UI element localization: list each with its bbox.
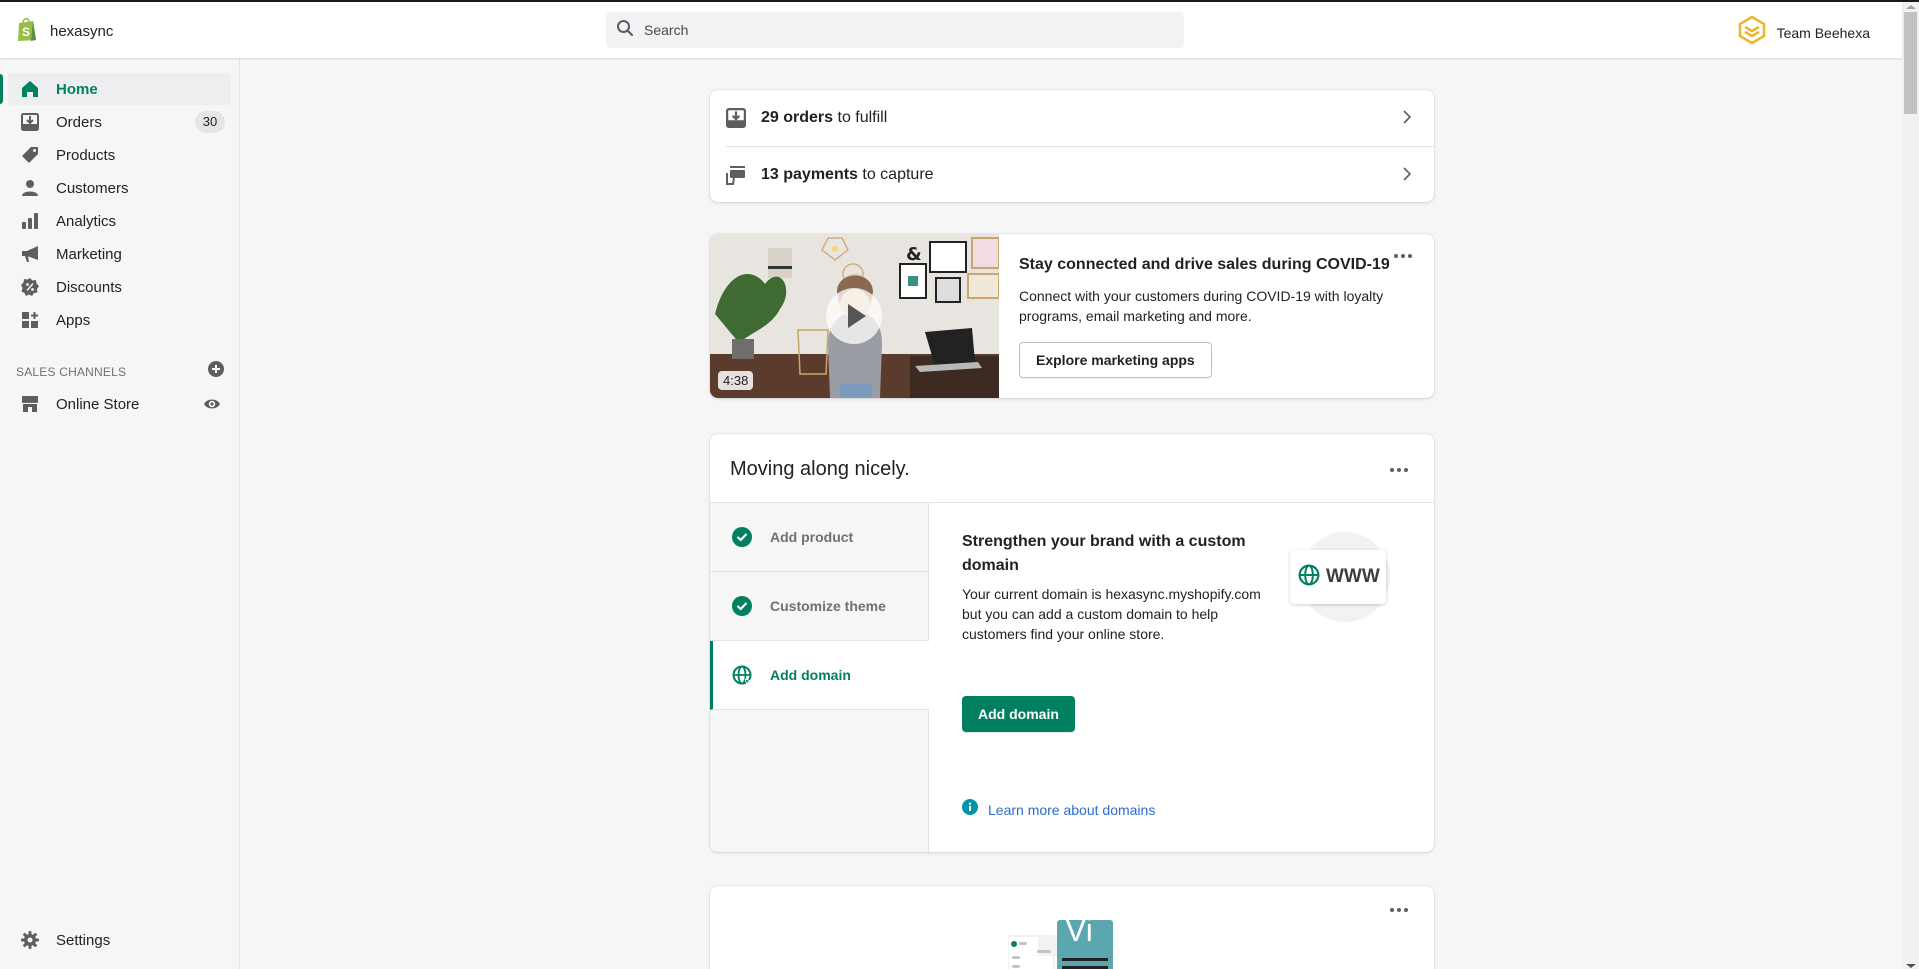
sidebar-item-label: Customers — [56, 179, 129, 197]
info-icon — [962, 799, 978, 820]
sidebar-item-customers[interactable]: Customers — [8, 172, 231, 204]
discount-icon — [20, 277, 40, 297]
chevron-right-icon — [1402, 166, 1412, 187]
sidebar-item-home[interactable]: Home — [8, 73, 231, 105]
apps-icon — [20, 310, 40, 330]
payments-to-capture-row[interactable]: 13 payments to capture — [710, 147, 1434, 203]
checkmark-circle-icon — [732, 596, 752, 621]
scroll-up-arrow-icon[interactable] — [1906, 5, 1916, 9]
shopify-logo-icon: S — [16, 16, 38, 47]
video-duration: 4:38 — [718, 371, 754, 390]
add-sales-channel-icon[interactable] — [208, 361, 224, 382]
learn-more-domains-link[interactable]: Learn more about domains — [962, 799, 1155, 820]
sidebar-item-marketing[interactable]: Marketing — [8, 238, 231, 270]
payments-icon — [726, 165, 746, 190]
sidebar: Home Orders 30 Products Customers Analyt… — [0, 58, 240, 969]
promo-title: Stay connected and drive sales during CO… — [1019, 256, 1390, 273]
learn-more-label: Learn more about domains — [988, 801, 1156, 818]
setup-guide-card: Moving along nicely. Add product Customi… — [710, 434, 1434, 852]
globe-icon — [732, 665, 753, 690]
orders-count-badge: 30 — [195, 111, 225, 133]
step-customize-theme[interactable]: Customize theme — [710, 572, 929, 641]
sidebar-item-settings[interactable]: Settings — [8, 924, 231, 956]
next-card: Vi — [710, 886, 1434, 969]
step-add-domain[interactable]: Add domain — [710, 641, 929, 710]
more-options-icon[interactable] — [1390, 468, 1408, 472]
sidebar-item-label: Discounts — [56, 278, 122, 296]
setup-guide-title: Moving along nicely. — [730, 458, 910, 480]
store-name: hexasync — [50, 23, 114, 40]
sidebar-item-label: Marketing — [56, 245, 122, 263]
step-label: Add product — [770, 529, 854, 545]
www-text: WWW — [1326, 566, 1380, 587]
tag-icon — [20, 145, 40, 165]
sidebar-item-online-store[interactable]: Online Store — [8, 388, 231, 420]
scroll-down-arrow-icon[interactable] — [1906, 964, 1916, 968]
active-indicator — [0, 74, 3, 104]
gear-icon — [20, 930, 40, 950]
setup-steps-list: Add product Customize theme Add domain — [710, 503, 929, 852]
sidebar-item-analytics[interactable]: Analytics — [8, 205, 231, 237]
store-icon — [20, 394, 40, 414]
sidebar-item-products[interactable]: Products — [8, 139, 231, 171]
add-domain-button[interactable]: Add domain — [962, 696, 1075, 732]
sidebar-item-label: Orders — [56, 113, 102, 131]
scroll-thumb[interactable] — [1904, 12, 1917, 114]
orders-to-fulfill-text: 29 orders to fulfill — [761, 109, 888, 126]
sidebar-item-label: Online Store — [56, 395, 140, 413]
sales-channels-heading: SALES CHANNELS — [16, 364, 127, 379]
home-icon — [20, 79, 40, 99]
www-illustration: WWW — [1290, 532, 1390, 622]
promo-description: Connect with your customers during COVID… — [1019, 288, 1384, 324]
account-name: Team Beehexa — [1776, 24, 1870, 41]
explore-marketing-apps-button[interactable]: Explore marketing apps — [1019, 342, 1212, 378]
account-menu[interactable]: Team Beehexa — [1737, 15, 1870, 50]
top-bar: S hexasync Team Beehexa — [0, 2, 1902, 58]
search-input[interactable] — [644, 22, 1144, 38]
play-icon[interactable] — [826, 288, 882, 344]
more-options-icon[interactable] — [1390, 908, 1408, 912]
store-brand[interactable]: S hexasync — [16, 16, 113, 47]
sidebar-item-label: Analytics — [56, 212, 117, 230]
sales-channels-header: SALES CHANNELS — [16, 361, 224, 382]
todo-card: 29 orders to fulfill 13 payments to capt… — [710, 90, 1434, 202]
chevron-right-icon — [1402, 109, 1412, 130]
step-add-product[interactable]: Add product — [710, 503, 929, 572]
orders-icon — [726, 108, 746, 133]
search-icon — [616, 19, 634, 42]
illustration-box: WWW — [1290, 550, 1386, 604]
step-label: Customize theme — [770, 598, 886, 614]
globe-icon — [1298, 564, 1320, 591]
bar-chart-icon — [20, 211, 40, 231]
domain-detail-title: Strengthen your brand with a custom doma… — [962, 533, 1246, 574]
sidebar-item-label: Products — [56, 146, 116, 164]
eye-icon[interactable] — [203, 395, 221, 418]
svg-text:S: S — [22, 25, 30, 39]
checkmark-circle-icon — [732, 527, 752, 552]
more-options-icon[interactable] — [1394, 254, 1412, 258]
domain-detail-description: Your current domain is hexasync.myshopif… — [962, 586, 1261, 642]
search-bar[interactable] — [606, 12, 1184, 48]
payments-to-capture-text: 13 payments to capture — [761, 166, 934, 183]
svg-text:&: & — [906, 244, 922, 265]
sidebar-item-label: Settings — [56, 931, 111, 949]
sidebar-item-orders[interactable]: Orders 30 — [8, 106, 231, 138]
team-logo-icon — [1737, 15, 1767, 50]
page-scrollbar[interactable] — [1902, 2, 1919, 969]
step-label: Add domain — [770, 667, 851, 683]
person-icon — [20, 178, 40, 198]
covid-promo-card: & 4:38 Stay connected and drive sales du… — [710, 234, 1434, 398]
orders-icon — [20, 112, 40, 132]
megaphone-icon — [20, 244, 40, 264]
sidebar-item-discounts[interactable]: Discounts — [8, 271, 231, 303]
sidebar-item-label: Apps — [56, 311, 91, 329]
sidebar-item-apps[interactable]: Apps — [8, 304, 231, 336]
sidebar-item-label: Home — [56, 80, 98, 98]
promo-video-thumbnail[interactable]: & 4:38 — [710, 234, 999, 398]
video-app-logo-text: Vi — [1065, 912, 1093, 948]
orders-to-fulfill-row[interactable]: 29 orders to fulfill — [710, 90, 1434, 146]
